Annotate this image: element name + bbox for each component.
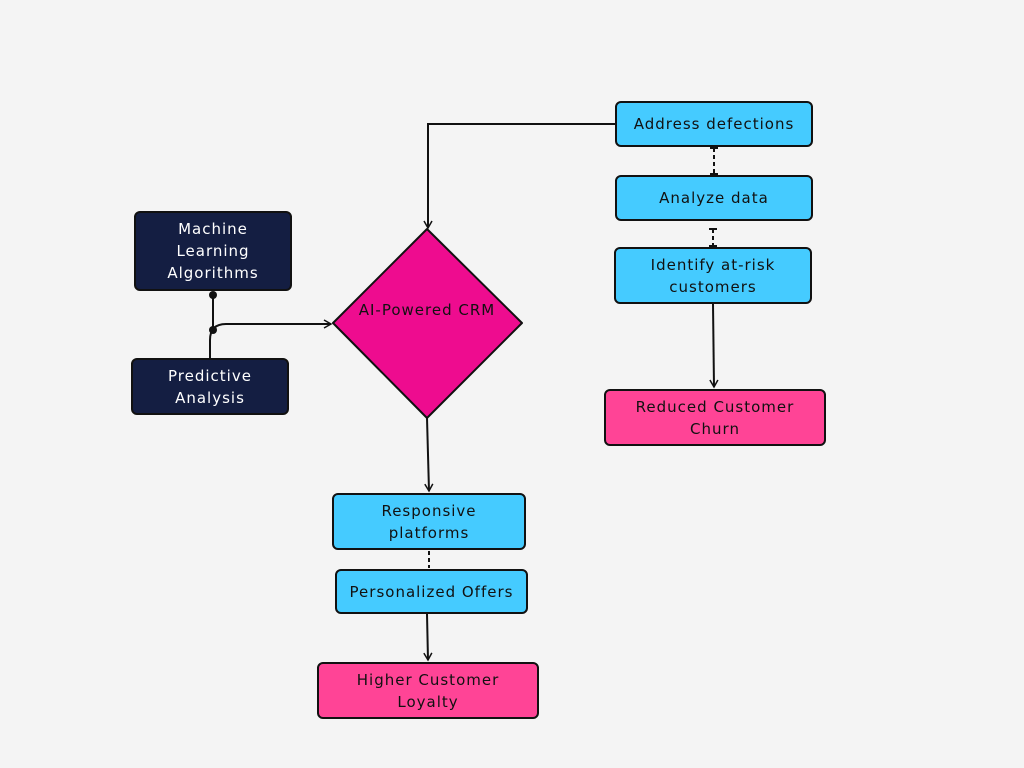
node-label: Address defections bbox=[633, 115, 795, 133]
node-ai-crm-label: AI-Powered CRM bbox=[358, 301, 496, 319]
node-analyze-data[interactable]: Analyze data bbox=[615, 175, 813, 221]
node-address-defections[interactable]: Address defections bbox=[615, 101, 813, 147]
node-label: Analyze data bbox=[659, 189, 769, 207]
identify-to-reduced bbox=[709, 303, 719, 389]
node-label: Identify at-risk customers bbox=[650, 255, 776, 296]
predictive-to-crm bbox=[209, 319, 333, 358]
crm-to-responsive bbox=[424, 417, 434, 493]
node-identify-at-risk[interactable]: Identify at-risk customers bbox=[614, 247, 812, 304]
node-label: Predictive Analysis bbox=[168, 366, 252, 407]
node-predictive-analysis[interactable]: Predictive Analysis bbox=[131, 358, 289, 415]
address-to-crm bbox=[423, 123, 615, 230]
personalized-to-loyalty bbox=[423, 613, 433, 662]
node-label: Machine Learning Algorithms bbox=[167, 220, 259, 282]
node-label: Responsive platforms bbox=[381, 501, 477, 542]
node-responsive-platforms[interactable]: Responsive platforms bbox=[332, 493, 526, 550]
node-machine-learning[interactable]: Machine Learning Algorithms bbox=[134, 211, 292, 291]
node-higher-loyalty[interactable]: Higher Customer Loyalty bbox=[317, 662, 539, 719]
node-personalized-offers[interactable]: Personalized Offers bbox=[335, 569, 528, 614]
node-label: Personalized Offers bbox=[349, 582, 514, 601]
node-label: Higher Customer Loyalty bbox=[356, 670, 500, 711]
crm-diamond bbox=[332, 228, 523, 419]
node-label: Reduced Customer Churn bbox=[635, 397, 795, 438]
node-reduced-churn[interactable]: Reduced Customer Churn bbox=[604, 389, 826, 446]
